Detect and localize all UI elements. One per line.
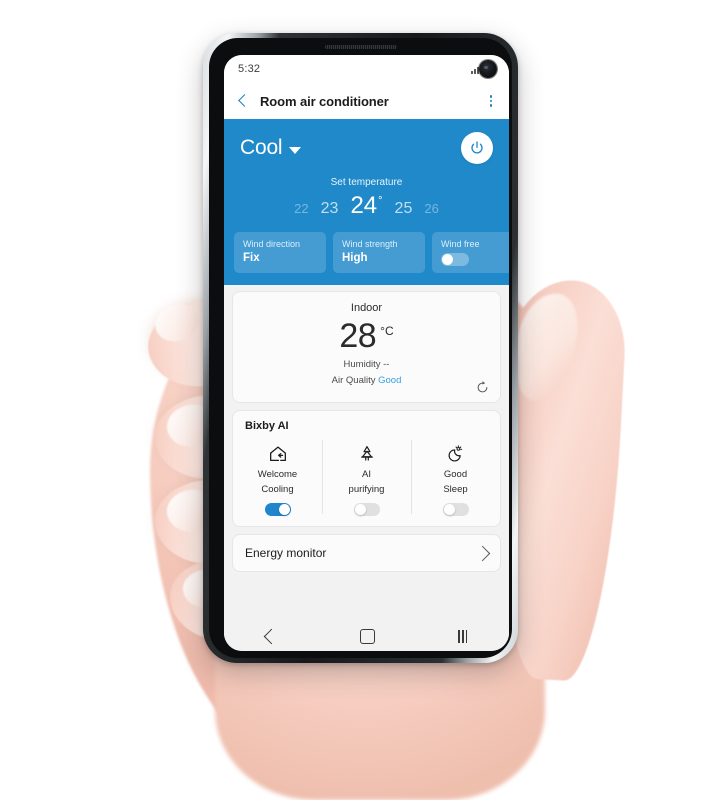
air-quality-label: Air Quality xyxy=(331,375,376,386)
chip-title: Wind free xyxy=(441,239,480,249)
mode-label[interactable]: Cool xyxy=(240,136,283,160)
punch-hole-camera-icon xyxy=(479,60,497,78)
nav-home-icon[interactable] xyxy=(359,628,375,644)
refresh-icon[interactable] xyxy=(475,380,490,395)
earpiece-speaker xyxy=(324,45,397,49)
energy-monitor-row[interactable]: Energy monitor xyxy=(232,534,501,572)
chip-value: High xyxy=(342,252,368,264)
bixby-label-line1: AI xyxy=(362,469,371,480)
bixby-card-title: Bixby AI xyxy=(245,420,289,432)
toggle-knob xyxy=(278,504,290,515)
wind-free-toggle[interactable] xyxy=(441,253,469,266)
chip-value: Fix xyxy=(243,252,260,264)
phone-screen: 5:32 Room air conditioner Cool Set tempe… xyxy=(224,55,509,651)
home-arrow-icon xyxy=(235,442,320,466)
toggle-knob xyxy=(354,504,366,515)
ai-purifying-toggle[interactable] xyxy=(353,503,380,516)
bixby-item-welcome-cooling[interactable]: Welcome Cooling xyxy=(233,436,322,518)
bixby-label-line2: Sleep xyxy=(443,484,468,495)
indoor-temperature-unit: °C xyxy=(380,324,394,338)
bixby-ai-card: Bixby AI Welcome Cooling AI purifying Go… xyxy=(232,410,501,527)
bixby-label-line2: purifying xyxy=(348,484,385,495)
temp-option-22[interactable]: 22 xyxy=(294,201,308,216)
indoor-temperature-row: 28 °C xyxy=(233,318,500,354)
ac-control-panel: Cool Set temperature 22 23 24° 25 26 Win… xyxy=(224,119,509,285)
temp-option-25[interactable]: 25 xyxy=(395,200,413,218)
air-quality-row: Air Quality Good xyxy=(233,375,500,386)
bixby-label-line2: Cooling xyxy=(261,484,294,495)
settings-chip-row[interactable]: Wind direction Fix Wind strength High Wi… xyxy=(224,220,509,273)
temp-option-26[interactable]: 26 xyxy=(424,201,438,216)
temp-option-24-selected[interactable]: 24° xyxy=(350,192,382,220)
chip-title: Wind direction xyxy=(243,239,301,249)
page-title: Room air conditioner xyxy=(260,93,389,109)
phone-device: 5:32 Room air conditioner Cool Set tempe… xyxy=(203,33,518,663)
chip-wind-strength[interactable]: Wind strength High xyxy=(333,232,425,273)
kebab-menu-icon[interactable] xyxy=(483,93,499,109)
power-icon xyxy=(471,141,483,154)
chevron-down-icon[interactable] xyxy=(289,147,302,154)
air-quality-value: Good xyxy=(378,375,402,386)
power-button[interactable] xyxy=(461,132,493,164)
indoor-card: Indoor 28 °C Humidity -- Air Quality Goo… xyxy=(232,291,501,403)
back-chevron-icon[interactable] xyxy=(234,92,252,110)
temp-option-23[interactable]: 23 xyxy=(321,200,339,218)
chip-wind-free[interactable]: Wind free xyxy=(432,232,509,273)
set-temperature-label: Set temperature xyxy=(330,177,403,188)
nav-back-icon[interactable] xyxy=(263,628,279,644)
bixby-label-line1: Good xyxy=(443,469,468,480)
toggle-knob xyxy=(443,504,455,515)
temperature-scale[interactable]: 22 23 24° 25 26 xyxy=(224,192,509,220)
mode-row: Cool xyxy=(224,129,509,167)
bixby-item-ai-purifying[interactable]: AI purifying xyxy=(322,436,411,518)
chevron-right-icon xyxy=(474,545,491,561)
bixby-label-line1: Welcome xyxy=(257,469,298,480)
cards-container: Indoor 28 °C Humidity -- Air Quality Goo… xyxy=(224,285,509,572)
humidity-text: Humidity -- xyxy=(343,359,390,370)
degree-symbol: ° xyxy=(378,195,383,207)
temp-selected-value: 24 xyxy=(350,192,378,219)
app-bar: Room air conditioner xyxy=(224,83,509,119)
status-bar: 5:32 xyxy=(224,55,509,83)
chip-title: Wind strength xyxy=(342,239,398,249)
screen-content: Cool Set temperature 22 23 24° 25 26 Win… xyxy=(224,119,509,651)
chip-wind-direction[interactable]: Wind direction Fix xyxy=(234,232,326,273)
toggle-knob xyxy=(442,254,453,265)
indoor-title: Indoor xyxy=(350,302,383,314)
air-purify-tree-icon xyxy=(324,442,409,466)
bixby-items-row: Welcome Cooling AI purifying Good Sleep xyxy=(233,436,500,518)
bixby-item-good-sleep[interactable]: Good Sleep xyxy=(411,436,500,518)
energy-monitor-label: Energy monitor xyxy=(245,546,327,560)
phone-bezel: 5:32 Room air conditioner Cool Set tempe… xyxy=(209,38,512,658)
welcome-cooling-toggle[interactable] xyxy=(264,503,291,516)
good-sleep-toggle[interactable] xyxy=(442,503,469,516)
status-time: 5:32 xyxy=(238,63,261,75)
android-nav-bar xyxy=(224,621,509,651)
indoor-temperature-value: 28 xyxy=(339,317,377,355)
moon-sparkle-icon xyxy=(413,442,498,466)
nav-recents-icon[interactable] xyxy=(458,629,468,643)
